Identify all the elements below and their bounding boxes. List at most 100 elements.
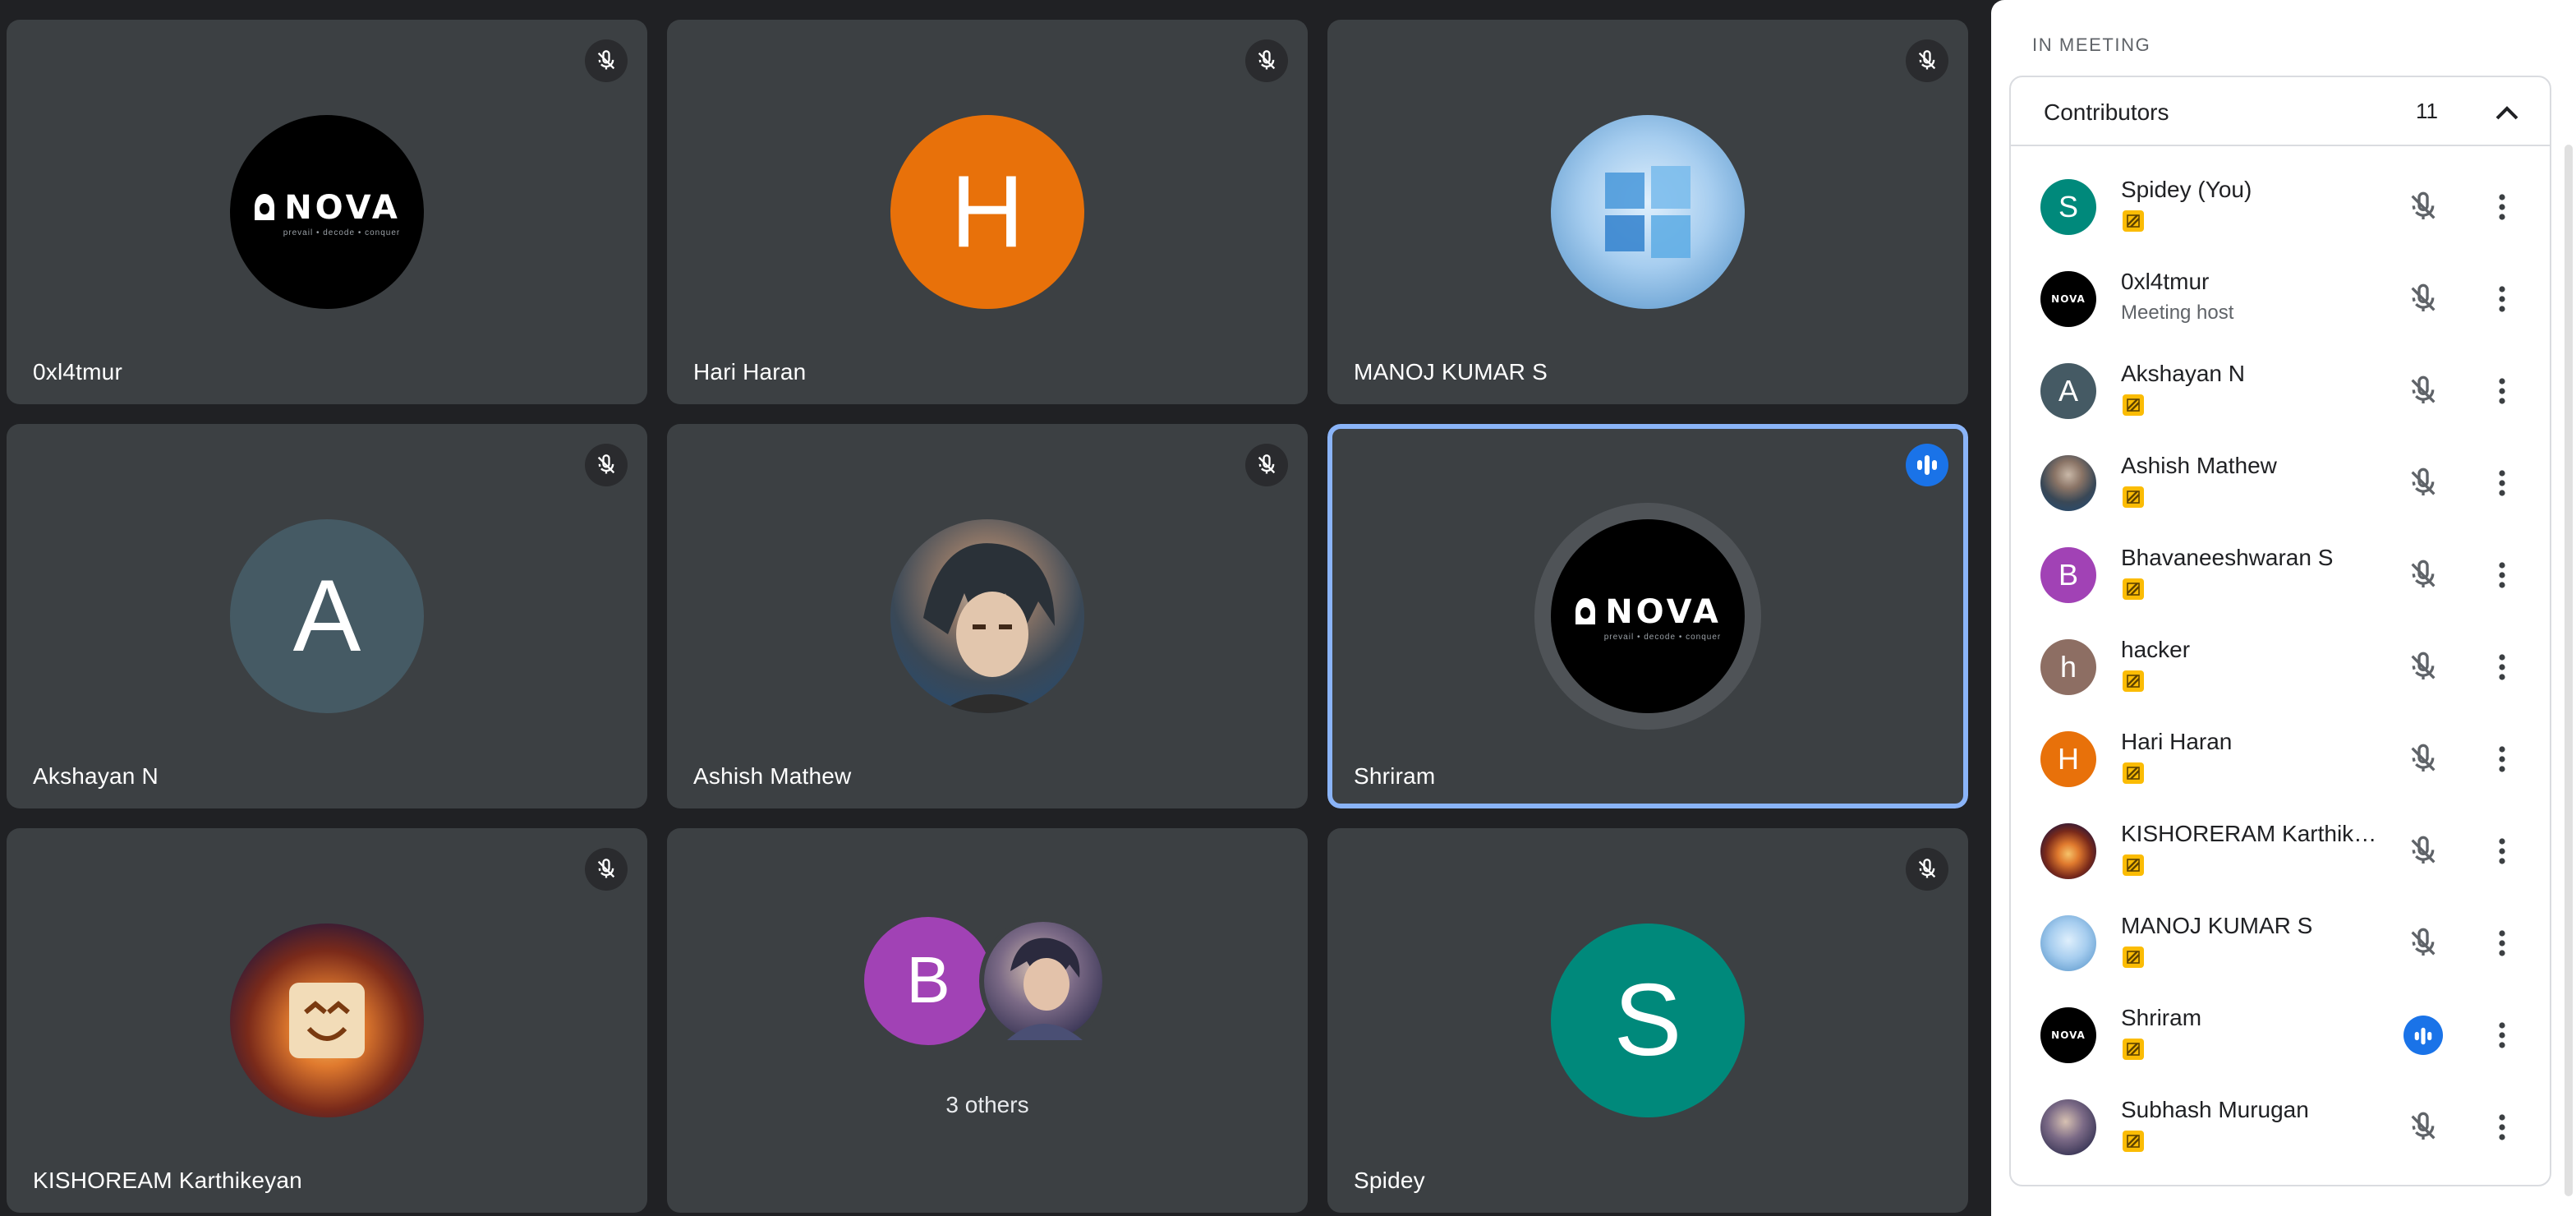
mic-off-icon[interactable] <box>2404 187 2443 227</box>
participant-row[interactable]: S Spidey (You) <box>2009 161 2551 253</box>
mic-off-icon[interactable] <box>2404 924 2443 963</box>
video-grid: NOVA prevail • decode • conquer 0xl4tmur… <box>7 20 1968 1216</box>
speaking-indicator-icon <box>2404 1016 2443 1055</box>
participant-tile[interactable]: Ashish Mathew <box>667 424 1308 808</box>
participant-row[interactable]: KISHORERAM Karthikeyan <box>2009 805 2551 897</box>
participant-name: Hari Haran <box>2121 728 2233 754</box>
mic-off-icon[interactable] <box>2404 371 2443 411</box>
more-options-icon[interactable] <box>2482 739 2522 779</box>
participant-name: Subhash Murugan <box>2121 1096 2309 1122</box>
people-panel: IN MEETING Contributors 11 S Spidey (You)… <box>1991 0 2576 1216</box>
mic-off-icon[interactable] <box>2404 555 2443 595</box>
others-tile[interactable]: B 3 others <box>667 828 1308 1213</box>
avatar-photo <box>2040 915 2096 971</box>
participant-tile[interactable]: KISHOREAM Karthikeyan <box>7 828 647 1213</box>
section-title: Contributors <box>2044 98 2169 124</box>
participant-role: Meeting host <box>2121 301 2234 324</box>
badge-icon <box>2123 394 2144 416</box>
participant-row[interactable]: Ashish Mathew <box>2009 437 2551 529</box>
participant-row[interactable]: MANOJ KUMAR S <box>2009 897 2551 989</box>
mic-off-icon[interactable] <box>2404 1108 2443 1147</box>
avatar-photo <box>1551 115 1745 309</box>
participant-name: Shriram <box>2121 1004 2202 1030</box>
mic-off-icon[interactable] <box>2404 831 2443 871</box>
nova-logo: NOVA prevail • decode • conquer <box>230 115 424 309</box>
mic-off-icon <box>585 39 628 82</box>
nova-logo-text: NOVA <box>1605 591 1722 630</box>
badge-icon <box>2123 947 2144 968</box>
avatar: NOVA <box>2040 1007 2096 1063</box>
more-options-icon[interactable] <box>2482 463 2522 503</box>
nova-logo-text: NOVA <box>2051 293 2086 305</box>
more-options-icon[interactable] <box>2482 187 2522 227</box>
badge-icon <box>2123 1039 2144 1060</box>
avatar-letter: h <box>2059 650 2077 683</box>
avatar-photo <box>2040 1099 2096 1155</box>
badge-icon <box>2123 486 2144 508</box>
badge-icon <box>2123 854 2144 876</box>
avatar-photo <box>979 917 1107 1045</box>
more-options-icon[interactable] <box>2482 1016 2522 1055</box>
mic-off-icon[interactable] <box>2404 463 2443 503</box>
participant-name: Shriram <box>1354 762 1436 789</box>
avatar: NOVA prevail • decode • conquer <box>1551 519 1745 713</box>
participant-name: Akshayan N <box>33 762 159 789</box>
participant-row[interactable]: NOVA 0xl4tmur Meeting host <box>2009 253 2551 345</box>
character-icon <box>1007 937 1083 1040</box>
panel-heading: IN MEETING <box>2032 36 2151 56</box>
participant-row[interactable]: NOVA Shriram <box>2009 989 2551 1081</box>
avatar: NOVA <box>2040 271 2096 327</box>
participant-name: MANOJ KUMAR S <box>2121 912 2313 938</box>
badge-icon <box>2123 210 2144 232</box>
mic-off-icon[interactable] <box>2404 739 2443 779</box>
avatar-photo <box>890 519 1084 713</box>
mic-off-icon[interactable] <box>2404 279 2443 319</box>
participant-tile[interactable]: S Spidey <box>1327 828 1968 1213</box>
more-options-icon[interactable] <box>2482 924 2522 963</box>
badge-icon <box>2123 578 2144 600</box>
avatar-letter: S <box>1613 964 1682 1077</box>
more-options-icon[interactable] <box>2482 647 2522 687</box>
avatar-letter: H <box>950 155 1024 269</box>
mic-off-icon <box>1906 848 1948 891</box>
participant-tile[interactable]: NOVA prevail • decode • conquer 0xl4tmur <box>7 20 647 404</box>
avatar-letter: A <box>292 560 361 673</box>
chevron-up-icon[interactable] <box>2491 95 2523 128</box>
participant-row[interactable]: H Hari Haran <box>2009 713 2551 805</box>
marshmello-icon <box>289 983 365 1058</box>
participant-name: hacker <box>2121 636 2191 662</box>
participant-row[interactable]: Subhash Murugan <box>2009 1081 2551 1173</box>
hooded-figure-icon <box>255 193 275 219</box>
participant-row[interactable]: B Bhavaneeshwaran S <box>2009 529 2551 621</box>
avatar-photo <box>2040 823 2096 879</box>
nova-logo-text: NOVA <box>2051 1029 2086 1041</box>
avatar: NOVA prevail • decode • conquer <box>230 115 424 309</box>
avatar-letter: B <box>2058 558 2078 591</box>
more-options-icon[interactable] <box>2482 1108 2522 1147</box>
avatar: B <box>2040 547 2096 603</box>
avatar: S <box>2040 179 2096 235</box>
hooded-figure-icon <box>1576 597 1596 624</box>
more-options-icon[interactable] <box>2482 831 2522 871</box>
participant-tile[interactable]: H Hari Haran <box>667 20 1308 404</box>
mic-off-icon <box>1906 39 1948 82</box>
speaking-indicator-icon <box>1906 444 1948 486</box>
more-options-icon[interactable] <box>2482 555 2522 595</box>
others-avatars: B <box>864 917 1111 1048</box>
avatar: A <box>2040 363 2096 419</box>
panel-scrollbar[interactable] <box>2564 145 2573 1196</box>
participant-name: 0xl4tmur <box>33 358 122 385</box>
participant-tile[interactable]: MANOJ KUMAR S <box>1327 20 1968 404</box>
others-count-label: 3 others <box>945 1091 1029 1117</box>
avatar: H <box>2040 731 2096 787</box>
nova-tagline: prevail • decode • conquer <box>1603 632 1722 642</box>
avatar-letter: B <box>906 944 950 1016</box>
participant-row[interactable]: A Akshayan N <box>2009 345 2551 437</box>
participant-tile-active-speaker[interactable]: NOVA prevail • decode • conquer Shriram <box>1327 424 1968 808</box>
participant-row[interactable]: h hacker <box>2009 621 2551 713</box>
participant-tile[interactable]: A Akshayan N <box>7 424 647 808</box>
mic-off-icon[interactable] <box>2404 647 2443 687</box>
contributors-header[interactable]: Contributors 11 <box>2011 77 2550 146</box>
more-options-icon[interactable] <box>2482 279 2522 319</box>
more-options-icon[interactable] <box>2482 371 2522 411</box>
